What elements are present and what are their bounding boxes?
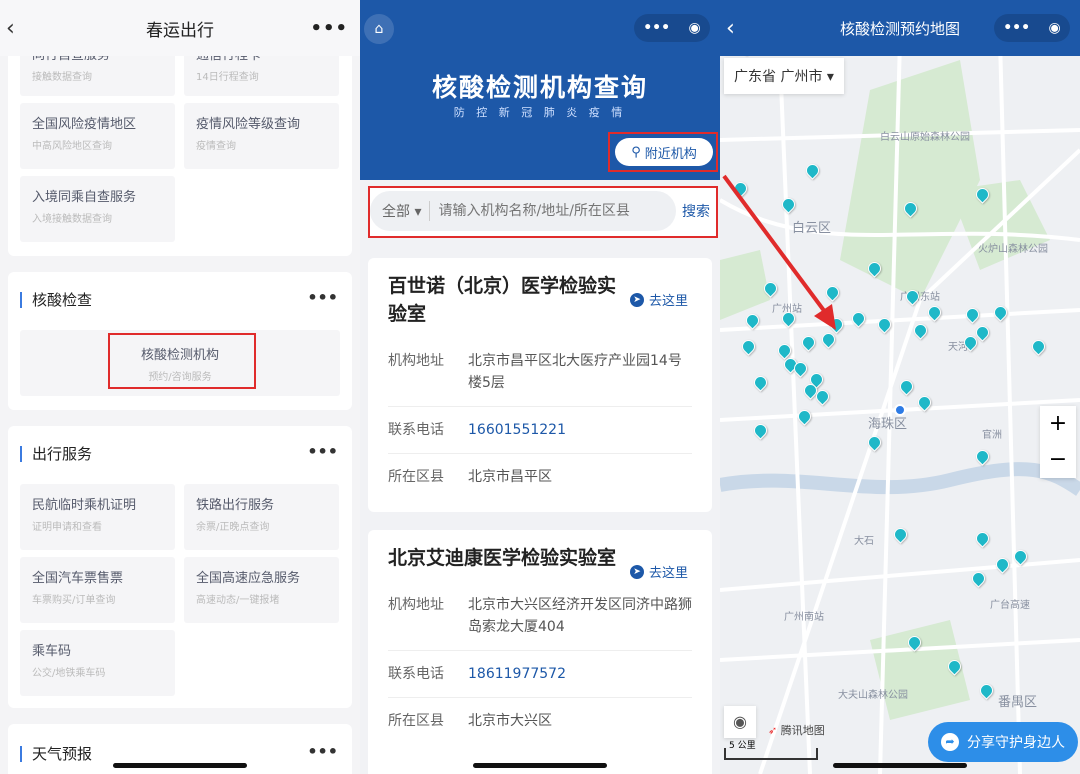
institution-name: 百世诺（北京）医学检验实验室	[388, 275, 617, 325]
header: ‹ 核酸检测预约地图 ••• ◉	[720, 0, 1080, 56]
back-icon[interactable]: ‹	[6, 16, 15, 41]
map-label: 大石	[854, 534, 874, 547]
zoom-out-button[interactable]: −	[1040, 442, 1076, 478]
tile-risk-areas[interactable]: 全国风险疫情地区 中高风险地区查询	[20, 103, 175, 169]
goto-button[interactable]: ➤ 去这里	[629, 290, 688, 309]
tile-risk-level[interactable]: 疫情风险等级查询 疫情查询	[184, 103, 339, 169]
close-target-icon[interactable]: ◉	[689, 20, 701, 36]
region-selector[interactable]: 广东省 广州市 ▾	[724, 58, 844, 94]
more-icon[interactable]: •••	[643, 20, 670, 36]
map-label: 白云山原始森林公园	[880, 130, 970, 143]
highlight-box	[368, 186, 718, 238]
nat-search-screen: ⌂ ••• ◉ 核酸检测机构查询 防 控 新 冠 肺 炎 疫 情 ⚲ 附近机构 全部…	[360, 0, 720, 774]
more-icon[interactable]: •••	[310, 18, 348, 39]
map-label: 海珠区	[868, 417, 907, 432]
close-target-icon[interactable]: ◉	[1049, 20, 1061, 36]
more-icon[interactable]: •••	[307, 288, 338, 307]
more-icon[interactable]: •••	[307, 442, 338, 461]
page-title: 春运出行	[146, 20, 214, 41]
more-icon[interactable]: •••	[1003, 20, 1030, 36]
mini-program-capsule[interactable]: ••• ◉	[634, 14, 710, 42]
share-button[interactable]: ➦ 分享守护身边人	[928, 722, 1078, 762]
section-title: 天气预报	[20, 746, 92, 762]
more-icon[interactable]: •••	[307, 742, 338, 761]
user-location-icon	[894, 404, 906, 416]
travel-section: 出行服务 ••• 民航临时乘机证明 证明申请和查看 铁路出行服务 余票/正晚点查询 …	[8, 426, 352, 708]
map-label: 火炉山森林公园	[978, 242, 1048, 255]
address: 北京市昌平区北大医疗产业园14号楼5层	[468, 353, 682, 391]
map-label: 白云区	[792, 220, 831, 236]
institution-name: 北京艾迪康医学检验实验室	[388, 547, 617, 569]
institution-card[interactable]: 百世诺（北京）医学检验实验室 ➤ 去这里 机构地址 北京市昌平区北大医疗产业园14号…	[368, 258, 712, 512]
tile-highway[interactable]: 全国高速应急服务 高速动态/一键报堵	[184, 557, 339, 623]
tile-flight-proof[interactable]: 民航临时乘机证明 证明申请和查看	[20, 484, 175, 550]
district: 北京市大兴区	[468, 713, 552, 729]
section-title: 出行服务	[20, 446, 92, 462]
highlight-box	[608, 132, 718, 172]
share-icon: ➦	[941, 733, 959, 751]
navigate-icon: ➤	[629, 292, 644, 307]
map-label: 广台高速	[990, 598, 1030, 611]
tile-bus-ticket[interactable]: 全国汽车票售票 车票购买/订单查询	[20, 557, 175, 623]
page-title: 核酸检测预约地图	[839, 19, 960, 38]
tile-inbound-check[interactable]: 入境同乘自查服务 入境接触数据查询	[20, 176, 175, 242]
phone-link[interactable]: 18611977572	[468, 663, 566, 685]
tile-ride-code[interactable]: 乘车码 公交/地铁乘车码	[20, 630, 175, 696]
scale-bar: 5 公里	[724, 742, 818, 760]
phone-link[interactable]: 16601551221	[468, 419, 566, 441]
highlight-box	[108, 333, 256, 389]
map-label: 番禺区	[998, 695, 1037, 710]
zoom-in-button[interactable]: +	[1040, 406, 1076, 442]
map-provider-logo: ➶ 腾讯地图	[768, 724, 825, 737]
map-label: 官洲	[982, 428, 1002, 441]
nat-map-screen: 白云山原始森林公园 白云区 火炉山森林公园 广州东站 广州站 天河 海珠区 官洲 大石 广台高速广…	[720, 0, 1080, 774]
home-indicator	[113, 763, 247, 768]
mini-program-capsule[interactable]: ••• ◉	[994, 14, 1070, 42]
district: 北京市昌平区	[468, 469, 552, 485]
banner-title: 核酸检测机构查询	[431, 73, 648, 102]
address: 北京市大兴区经济开发区同济中路狮岛索龙大厦404	[468, 597, 692, 635]
goto-button[interactable]: ➤ 去这里	[629, 562, 688, 581]
map-label: 大夫山森林公园	[838, 688, 908, 701]
back-icon[interactable]: ‹	[726, 16, 735, 41]
section-title: 核酸检查	[20, 292, 92, 308]
home-indicator	[833, 763, 967, 768]
locate-button[interactable]: ◉	[724, 706, 756, 738]
top-services-card: 同行自查服务接触数据查询 通信行程卡14日行程查询 全国风险疫情地区中高风险地区…	[8, 30, 352, 256]
institution-card[interactable]: 北京艾迪康医学检验实验室 ➤ 去这里 机构地址 北京市大兴区经济开发区同济中路狮岛索…	[368, 530, 712, 774]
tile-railway[interactable]: 铁路出行服务 余票/正晚点查询	[184, 484, 339, 550]
travel-services-screen: ‹ 春运出行 ••• 同行自查服务接触数据查询 通信行程卡14日行程查询 全国风…	[0, 0, 360, 774]
home-icon[interactable]: ⌂	[364, 14, 394, 44]
home-indicator	[473, 763, 607, 768]
banner-subtitle: 防 控 新 冠 肺 炎 疫 情	[453, 106, 627, 119]
zoom-control: + −	[1040, 406, 1076, 478]
navigate-icon: ➤	[629, 564, 644, 579]
map-label: 广州南站	[784, 610, 824, 623]
header: ‹ 春运出行 •••	[0, 0, 360, 56]
